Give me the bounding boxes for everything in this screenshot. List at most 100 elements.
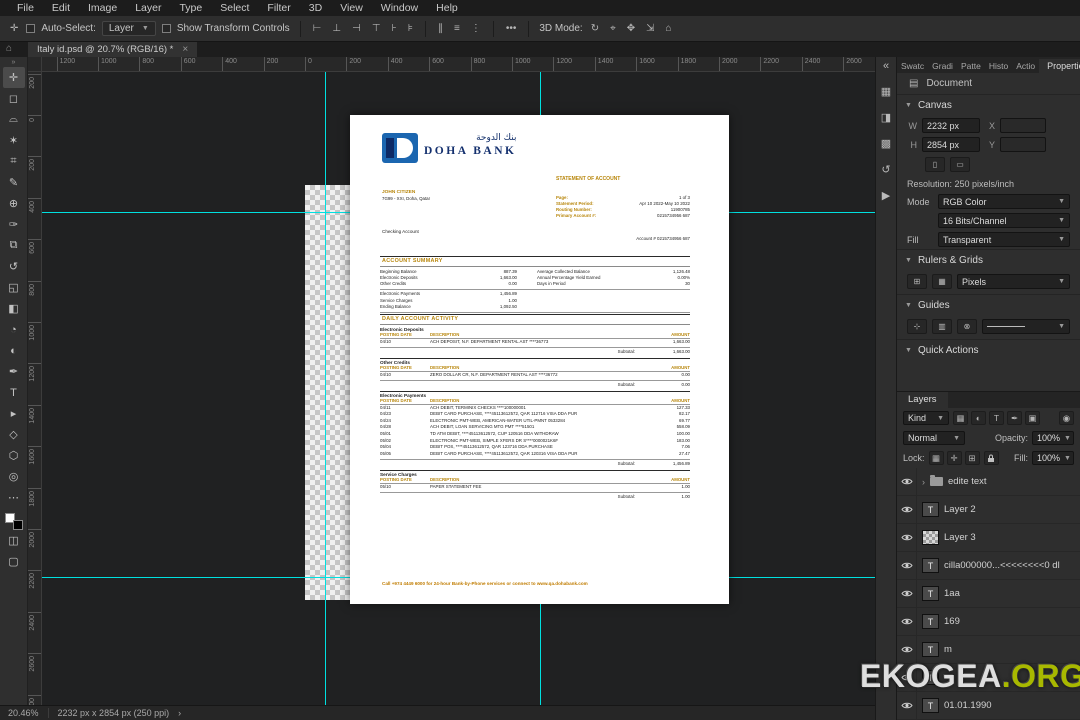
color-mode-select[interactable]: RGB Color ▼: [938, 194, 1070, 209]
3d-mode-icon-1[interactable]: ⌖: [608, 23, 618, 34]
3d-mode-icon-0[interactable]: ↻: [589, 23, 601, 34]
vertical-guide[interactable]: [540, 604, 541, 705]
auto-select-dropdown[interactable]: Layer ▼: [101, 21, 156, 36]
distribute-icon-0[interactable]: ∥: [436, 23, 445, 34]
layer-row[interactable]: Layer 3: [897, 523, 1080, 552]
hand-tool-icon[interactable]: ⬡: [3, 445, 25, 466]
canvas-width-field[interactable]: 2232 px: [922, 118, 980, 133]
layer-row[interactable]: T Layer 2: [897, 495, 1080, 524]
marquee-tool-icon[interactable]: ◻: [3, 88, 25, 109]
zoom-tool-icon[interactable]: ◎: [3, 466, 25, 487]
magic-wand-tool-icon[interactable]: ✶: [3, 130, 25, 151]
landscape-orientation-icon[interactable]: ▭: [950, 157, 970, 172]
layer-visibility-toggle[interactable]: [897, 607, 917, 636]
dodge-tool-icon[interactable]: ◐: [3, 340, 25, 361]
align-icon-0[interactable]: ⊢: [311, 23, 324, 34]
group-expand-icon[interactable]: ›: [922, 477, 925, 487]
align-icon-1[interactable]: ⊥: [330, 23, 343, 34]
guides-section-header[interactable]: ▼ Guides: [897, 294, 1080, 316]
menu-edit[interactable]: Edit: [43, 2, 79, 14]
fill-field[interactable]: 100% ▼: [1032, 451, 1074, 465]
portrait-orientation-icon[interactable]: ▯: [925, 157, 945, 172]
smart-guides-icon[interactable]: ▥: [932, 319, 952, 334]
zoom-level[interactable]: 20.46%: [8, 708, 39, 718]
canvas-fill-select[interactable]: Transparent ▼: [938, 232, 1070, 247]
menu-view[interactable]: View: [331, 2, 372, 14]
vertical-guide[interactable]: [325, 72, 326, 705]
rulers-grids-section-header[interactable]: ▼ Rulers & Grids: [897, 249, 1080, 271]
menu-window[interactable]: Window: [372, 2, 427, 14]
more-options-icon[interactable]: •••: [504, 23, 519, 34]
lasso-tool-icon[interactable]: ⌓: [3, 109, 25, 130]
blend-mode-select[interactable]: Normal ▼: [903, 431, 965, 445]
home-icon[interactable]: ⌂: [6, 43, 12, 54]
type-tool-icon[interactable]: T: [3, 382, 25, 403]
toolbar-collapse-icon[interactable]: »: [12, 59, 16, 67]
gradient-tool-icon[interactable]: ◧: [3, 298, 25, 319]
background-color-swatch[interactable]: [12, 520, 23, 530]
align-icon-4[interactable]: ⊦: [390, 23, 399, 34]
clear-guides-icon[interactable]: ⊗: [957, 319, 977, 334]
lock-icon-1[interactable]: ✛: [946, 451, 962, 465]
swatches-panel-icon[interactable]: ▦: [881, 85, 891, 98]
eyedropper-tool-icon[interactable]: ✎: [3, 172, 25, 193]
layer-filter-icon-4[interactable]: ▣: [1025, 411, 1040, 425]
distribute-icon-2[interactable]: ⋮: [469, 23, 483, 34]
layer-filter-icon-0[interactable]: ▦: [953, 411, 968, 425]
layer-visibility-toggle[interactable]: [897, 468, 917, 496]
align-icon-3[interactable]: ⊤: [370, 23, 383, 34]
collapse-panels-icon[interactable]: «: [883, 60, 889, 72]
layer-visibility-toggle[interactable]: [897, 579, 917, 608]
layer-visibility-toggle[interactable]: [897, 691, 917, 720]
brush-tool-icon[interactable]: ✑: [3, 214, 25, 235]
layer-filter-kind-select[interactable]: Kind ▼: [903, 411, 949, 425]
vertical-guide[interactable]: [540, 72, 541, 115]
eraser-tool-icon[interactable]: ◱: [3, 277, 25, 298]
clone-stamp-tool-icon[interactable]: ⧉: [3, 235, 25, 256]
canvas-area[interactable]: بنك الدوحة DOHA BANK STATEMENT OF ACCOUN…: [42, 72, 875, 705]
history-panel-icon[interactable]: ↺: [881, 163, 890, 176]
auto-select-checkbox[interactable]: [26, 24, 36, 33]
layer-row[interactable]: T 1aa: [897, 579, 1080, 608]
panel-tab-swatc[interactable]: Swatc: [897, 59, 928, 73]
lock-icon-0[interactable]: ▦: [928, 451, 944, 465]
layer-visibility-toggle[interactable]: [897, 523, 917, 552]
panel-tab-gradi[interactable]: Gradi: [928, 59, 957, 73]
edit-toolbar-icon[interactable]: ⋯: [3, 487, 25, 508]
3d-mode-icon-3[interactable]: ⇲: [644, 23, 656, 34]
pen-tool-icon[interactable]: ✒: [3, 361, 25, 382]
quick-mask-icon[interactable]: ◫: [3, 530, 25, 551]
panel-tab-actio[interactable]: Actio: [1012, 59, 1039, 73]
bit-depth-select[interactable]: 16 Bits/Channel ▼: [938, 213, 1070, 228]
document-tab[interactable]: Italy id.psd @ 20.7% (RGB/16) * ×: [28, 42, 198, 57]
panel-tab-properties[interactable]: Properties: [1039, 59, 1080, 73]
align-icon-2[interactable]: ⊣: [350, 23, 363, 34]
screen-mode-icon[interactable]: ▢: [3, 551, 25, 572]
layer-row[interactable]: › edite text: [897, 468, 1080, 496]
menu-select[interactable]: Select: [211, 2, 258, 14]
actions-panel-icon[interactable]: ▶: [882, 189, 890, 202]
layer-row[interactable]: T 169: [897, 607, 1080, 636]
menu-file[interactable]: File: [8, 2, 43, 14]
layer-filter-icon-2[interactable]: T: [989, 411, 1004, 425]
menu-help[interactable]: Help: [427, 2, 467, 14]
path-select-tool-icon[interactable]: ▸: [3, 403, 25, 424]
ruler-toggle-icon[interactable]: ⊞: [907, 274, 927, 289]
tab-layers[interactable]: Layers: [897, 392, 948, 408]
gradients-panel-icon[interactable]: ◨: [881, 111, 891, 124]
patterns-panel-icon[interactable]: ▩: [881, 137, 891, 150]
canvas-height-field[interactable]: 2854 px: [922, 137, 980, 152]
align-icon-5[interactable]: ⊧: [406, 23, 415, 34]
canvas-section-header[interactable]: ▼ Canvas: [897, 94, 1080, 116]
layer-visibility-toggle[interactable]: [897, 495, 917, 524]
filter-toggle-icon[interactable]: ◉: [1059, 411, 1074, 425]
ruler-units-select[interactable]: Pixels ▼: [957, 274, 1070, 289]
blur-tool-icon[interactable]: ◔: [3, 319, 25, 340]
move-tool-icon[interactable]: ✛: [2, 67, 25, 88]
layer-visibility-toggle[interactable]: [897, 551, 917, 580]
status-chevron-icon[interactable]: ›: [178, 708, 181, 718]
grid-toggle-icon[interactable]: ▦: [932, 274, 952, 289]
show-transform-checkbox[interactable]: [161, 24, 171, 33]
crop-tool-icon[interactable]: ⌗: [3, 151, 25, 172]
3d-mode-icon-4[interactable]: ⌂: [664, 23, 674, 34]
